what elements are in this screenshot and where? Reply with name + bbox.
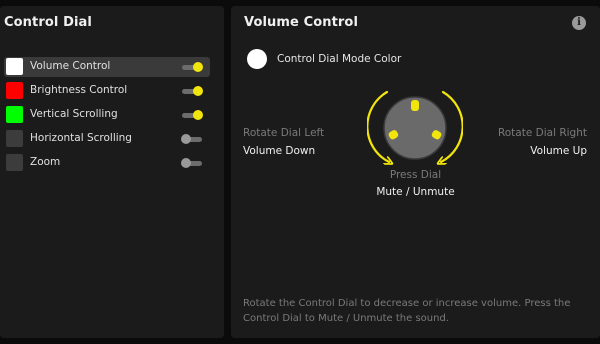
toggle-knob bbox=[193, 110, 203, 120]
mode-toggle[interactable] bbox=[182, 86, 203, 96]
toggle-knob bbox=[181, 158, 191, 168]
dial-mode-item[interactable]: Brightness Control bbox=[4, 81, 210, 101]
panel-title: Control Dial bbox=[4, 15, 92, 30]
mode-description: Rotate the Control Dial to decrease or i… bbox=[243, 298, 571, 324]
control-dial-panel: Control Dial Volume Control Brightness Co… bbox=[0, 6, 224, 338]
mode-label: Vertical Scrolling bbox=[30, 108, 118, 120]
mode-color-swatch bbox=[6, 106, 23, 123]
mode-detail-panel: Volume Control i Control Dial Mode Color… bbox=[231, 6, 600, 338]
info-icon[interactable]: i bbox=[572, 16, 586, 30]
mode-color-swatch bbox=[6, 154, 23, 171]
rotate-left-caption: Rotate Dial Left bbox=[243, 127, 325, 139]
toggle-knob bbox=[193, 62, 203, 72]
mode-label: Brightness Control bbox=[30, 84, 128, 96]
rotate-right-caption: Rotate Dial Right bbox=[497, 127, 587, 139]
mode-label: Horizontal Scrolling bbox=[30, 132, 132, 144]
control-dial-illustration bbox=[367, 90, 463, 176]
mode-toggle[interactable] bbox=[182, 110, 203, 120]
rotate-right-action: Volume Up bbox=[530, 145, 587, 157]
mode-toggle[interactable] bbox=[181, 158, 202, 168]
mode-color-swatch bbox=[6, 58, 23, 75]
dial-mode-item[interactable]: Horizontal Scrolling bbox=[4, 129, 210, 149]
rotate-left-action: Volume Down bbox=[243, 145, 316, 157]
toggle-knob bbox=[193, 86, 203, 96]
mode-label: Zoom bbox=[30, 156, 61, 168]
press-action: Mute / Unmute bbox=[376, 186, 455, 198]
dial-mode-item[interactable]: Vertical Scrolling bbox=[4, 105, 210, 125]
toggle-knob bbox=[181, 134, 191, 144]
mode-color-swatch bbox=[6, 130, 23, 147]
mode-color-label: Control Dial Mode Color bbox=[277, 53, 402, 65]
mode-label: Volume Control bbox=[30, 60, 111, 72]
mode-color-swatch bbox=[6, 82, 23, 99]
detail-title: Volume Control bbox=[244, 15, 359, 30]
mode-color-picker[interactable] bbox=[247, 49, 267, 69]
mode-toggle[interactable] bbox=[182, 62, 203, 72]
dial-marker-top bbox=[411, 100, 419, 111]
dial-mode-item[interactable]: Volume Control bbox=[4, 57, 210, 77]
mode-toggle[interactable] bbox=[181, 134, 202, 144]
dial-mode-item[interactable]: Zoom bbox=[4, 153, 210, 173]
press-caption: Press Dial bbox=[389, 169, 442, 181]
